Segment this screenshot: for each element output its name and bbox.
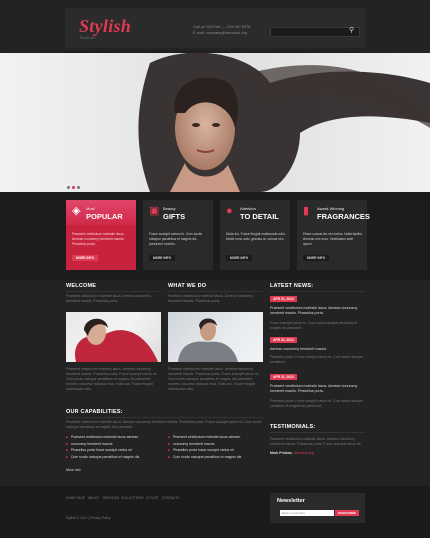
testimonial-author-name: Mark Prinkas xyxy=(270,451,292,455)
divider xyxy=(270,291,365,292)
card-subtitle: Attention xyxy=(240,206,256,211)
news-text: Fusce suscipit varius mi. Cum sociis nat… xyxy=(270,321,358,330)
card-text: Praesent vestibulum molestie lacus. Aene… xyxy=(72,232,125,246)
testimonials-title: TESTIMONIALS: xyxy=(270,424,316,430)
slider-dot-active[interactable] xyxy=(72,186,75,189)
gift-icon: ▣ xyxy=(149,205,160,217)
footer xyxy=(0,486,430,538)
whatwedo-title: WHAT WE DO xyxy=(168,283,207,289)
card-title: FRAGRANCES xyxy=(317,212,370,221)
welcome-intro: Praesent vestibulum molestie lacus. Aene… xyxy=(66,294,152,303)
news-headline[interactable]: Praesent vestibulum molestie lacus. Aene… xyxy=(270,384,363,394)
card-subtitle: Award-Winning xyxy=(317,206,345,211)
divider xyxy=(66,417,263,418)
testimonial-author: Mark Prinkas, demolink.org xyxy=(270,451,314,455)
list-item[interactable]: Cum sociis natoque penatibus et magnis d… xyxy=(66,454,164,461)
card-text: Etiam cursus leo vel metus. Nulla facili… xyxy=(303,232,363,246)
news-date: APR 21, 2012 xyxy=(270,337,297,343)
apple-icon: ● xyxy=(226,205,233,217)
feature-card-popular[interactable]: ◈ Most POPULAR Praesent vestibulum moles… xyxy=(66,200,136,270)
capabilities-title: OUR CAPABILITIES: xyxy=(66,409,123,415)
footer-link-contacts[interactable]: CONTACTS xyxy=(162,496,179,500)
welcome-body: Praesent vestibulum molestie lacus. Aene… xyxy=(66,367,158,391)
more-info-button[interactable]: MORE INFO xyxy=(72,255,99,261)
card-title: GIFTS xyxy=(163,212,186,221)
slider-dot[interactable] xyxy=(77,186,80,189)
news-title: LATEST NEWS: xyxy=(270,283,314,289)
footer-link-services[interactable]: SERVICES xyxy=(103,496,119,500)
card-subtitle: Most xyxy=(86,206,95,211)
testimonial-text: Praesent vestibulum molestie lacus. Aene… xyxy=(270,437,362,446)
whatwedo-body: Praesent vestibulum molestie lacus. Aene… xyxy=(168,367,260,391)
footer-link-about[interactable]: ABOUT xyxy=(88,496,99,500)
welcome-photo xyxy=(66,312,161,362)
welcome-title: WELCOME xyxy=(66,283,97,289)
capabilities-intro: Praesent vestibulum molestie lacus. Aene… xyxy=(66,420,262,429)
card-subtitle: Beauty xyxy=(163,206,176,211)
news-headline[interactable]: Praesent vestibulum molestie lacus. Aene… xyxy=(270,306,363,316)
feature-card-gifts[interactable]: ▣ Beauty GIFTS Fusce suscipit varius mi.… xyxy=(143,200,213,270)
site-tagline: Fashion xyxy=(80,36,96,40)
news-text: Phasellus porta. Fusce suscipit varius m… xyxy=(270,355,363,364)
newsletter-email-input[interactable]: Enter e-mail here xyxy=(280,510,334,516)
divider xyxy=(66,291,161,292)
news-date: APR 21, 2012 xyxy=(270,374,297,380)
testimonial-author-link[interactable]: demolink.org xyxy=(294,451,314,455)
news-date: APR 21, 2012 xyxy=(270,296,297,302)
bottle-icon: ▮ xyxy=(303,205,310,217)
tag-icon: ◈ xyxy=(72,205,81,217)
slider-dot[interactable] xyxy=(67,186,70,189)
newsletter-title: Newsletter xyxy=(277,498,305,504)
hero-slider[interactable] xyxy=(0,53,430,192)
footer-link-collections[interactable]: COLLECTIONS xyxy=(121,496,144,500)
more-info-button[interactable]: MORE INFO xyxy=(303,255,330,261)
footer-copyright: Stylish © 2012 | Privacy Policy xyxy=(66,516,111,520)
search-icon[interactable]: ⚲ xyxy=(349,26,354,34)
header-contact: Call us Toll Free: — 228 967 8478 E-mail… xyxy=(193,24,250,36)
capabilities-list-1: Praesent vestibulum molestie lacus aenea… xyxy=(66,434,164,460)
list-item[interactable]: Cum sociis natoque penatibus et magnis d… xyxy=(168,454,266,461)
divider xyxy=(168,291,263,292)
capabilities-list-2: Praesent vestibulum molestie lacus aenea… xyxy=(168,434,266,460)
hero-model-image xyxy=(138,53,430,192)
capabilities-more-link[interactable]: More info xyxy=(66,468,81,472)
search-input[interactable] xyxy=(270,27,360,37)
feature-card-fragrances[interactable]: ▮ Award-Winning FRAGRANCES Etiam cursus … xyxy=(297,200,370,270)
feature-card-detail[interactable]: ● Attention TO DETAIL Nulla dui. Fusce f… xyxy=(220,200,290,270)
card-text: Nulla dui. Fusce feugiat malesuada odio.… xyxy=(226,232,286,241)
contact-email: E-mail: company@demolink.org xyxy=(193,31,247,35)
more-info-button[interactable]: MORE INFO xyxy=(226,255,253,261)
footer-link-home[interactable]: HOME PAGE xyxy=(66,496,85,500)
whatwedo-photo xyxy=(168,312,263,362)
footer-link-styles[interactable]: STYLES xyxy=(146,496,158,500)
news-text: Phasellus porta. Fusce suscipit varius m… xyxy=(270,399,363,408)
woman-photo xyxy=(75,318,158,362)
card-text: Fusce suscipit varius mi. Cum sociis nat… xyxy=(149,232,202,246)
news-headline[interactable]: Aenean nonummy hendrerit mauris. xyxy=(270,347,363,352)
whatwedo-intro: Praesent vestibulum molestie lacus. Aene… xyxy=(168,294,254,303)
card-title: POPULAR xyxy=(86,212,123,221)
card-title: TO DETAIL xyxy=(240,212,279,221)
subscribe-button[interactable]: SUBSCRIBE xyxy=(335,510,359,516)
divider xyxy=(270,432,365,433)
man-photo xyxy=(178,318,238,362)
more-info-button[interactable]: MORE INFO xyxy=(149,255,176,261)
site-logo[interactable]: Stylish xyxy=(79,16,131,37)
